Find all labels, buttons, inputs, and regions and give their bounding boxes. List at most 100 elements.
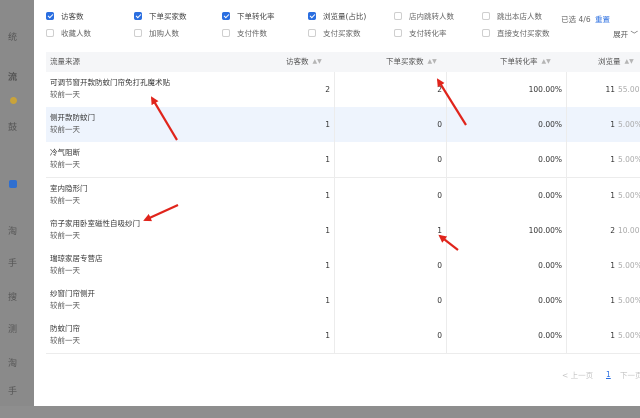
prev-page-button[interactable]: < 上一页 [562, 370, 593, 381]
source-cell: 侧开款防蚊门 较前一天 [50, 112, 200, 136]
column-divider [446, 248, 447, 284]
traffic-source-modal: 访客数 下单买家数 下单转化率 浏览量(占比) 店内跳转人数 跳出本店人数 收藏… [34, 0, 640, 406]
order-buyers-value: 2 [437, 85, 442, 94]
pageviews-value: 1 [610, 331, 615, 341]
background-glyph: 测 [8, 325, 18, 335]
pageviews-value: 2 [610, 225, 615, 235]
metric-checkbox-order-conversion[interactable]: 下单转化率 [222, 10, 275, 22]
pageviews-value: 1 [610, 261, 615, 270]
source-name: 可调节窗开款防蚊门帘免打孔魔术贴 [50, 78, 170, 87]
source-cell: 可调节窗开款防蚊门帘免打孔魔术贴 较前一天 [50, 77, 200, 101]
table-row[interactable]: 室内隐形门 较前一天 1 0 0.00% 1 5.00% [46, 177, 640, 214]
order-buyers-value: 0 [437, 190, 442, 200]
order-conversion-value: 0.00% [538, 261, 562, 270]
column-divider [334, 107, 335, 144]
order-conversion-value: 100.00% [528, 225, 562, 235]
table-row[interactable]: 纱窗门帘侧开 较前一天 1 0 0.00% 1 5.00% [46, 283, 640, 320]
visitors-value: 2 [325, 85, 330, 94]
metric-checkbox-visitors[interactable]: 访客数 [46, 10, 84, 22]
metric-checkbox-paid-buyers[interactable]: 支付买家数 [308, 27, 361, 39]
column-header-order-buyers[interactable]: 下单买家数 ▲▼ [386, 52, 437, 72]
metric-checkbox-paid-conversion[interactable]: 支付转化率 [394, 27, 447, 39]
checkbox-icon [394, 12, 402, 20]
metric-checkbox-paid-items[interactable]: 支付件数 [222, 27, 267, 39]
sort-icon: ▲▼ [312, 58, 322, 65]
order-buyers-value: 1 [437, 225, 442, 235]
visitors-value: 1 [325, 261, 330, 270]
source-name: 瑞琼家居专营店 [50, 254, 103, 263]
checkbox-icon [134, 29, 142, 37]
source-cell: 室内隐形门 较前一天 [50, 183, 200, 207]
column-header-order-conversion[interactable]: 下单转化率 ▲▼ [500, 52, 551, 72]
next-page-button[interactable]: 下一页 > [620, 370, 640, 381]
table-row[interactable]: 冷气阻断 较前一天 1 0 0.00% 1 5.00% [46, 142, 640, 179]
column-divider [334, 142, 335, 179]
pageviews-share: 5.00% [618, 155, 640, 165]
overlay-shade [0, 406, 640, 418]
visitors-value: 1 [325, 120, 330, 130]
pageviews-share: 5.00% [618, 190, 640, 200]
source-name: 帘子家用卧室磁性自吸纱门 [50, 218, 140, 228]
compare-label: 较前一天 [50, 266, 80, 275]
background-checkbox [9, 180, 17, 188]
page-number-current[interactable]: 1 [606, 370, 611, 379]
source-cell: 防蚊门帘 较前一天 [50, 323, 200, 347]
metric-checkbox-favorites[interactable]: 收藏人数 [46, 27, 91, 39]
order-conversion-value: 0.00% [538, 120, 562, 130]
column-divider [446, 72, 447, 108]
checkbox-icon [222, 12, 230, 20]
source-cell: 帘子家用卧室磁性自吸纱门 较前一天 [50, 218, 200, 242]
checkbox-icon [394, 29, 402, 37]
order-conversion-value: 0.00% [538, 190, 562, 200]
metric-checkbox-add-cart[interactable]: 加购人数 [134, 27, 179, 39]
source-name: 纱窗门帘侧开 [50, 289, 95, 299]
table-row[interactable]: 侧开款防蚊门 较前一天 1 0 0.00% 1 5.00% [46, 107, 640, 144]
checkbox-icon [222, 29, 230, 37]
metric-checkbox-order-buyers[interactable]: 下单买家数 [134, 10, 187, 22]
column-header-visitors[interactable]: 访客数 ▲▼ [286, 52, 322, 72]
column-divider [446, 283, 447, 320]
table-row[interactable]: 瑞琼家居专营店 较前一天 1 0 0.00% 1 5.00% [46, 248, 640, 284]
checkbox-icon [134, 12, 142, 20]
checkbox-icon [46, 12, 54, 20]
checkbox-icon [482, 29, 490, 37]
background-glyph: 流 [8, 73, 18, 83]
visitors-value: 1 [325, 155, 330, 165]
sort-icon: ▲▼ [624, 58, 634, 65]
pageviews-value: 11 [605, 85, 615, 94]
source-cell: 冷气阻断 较前一天 [50, 147, 200, 171]
order-conversion-value: 100.00% [528, 85, 562, 94]
expand-toggle[interactable]: 展开 ﹀ [613, 29, 638, 40]
background-glyph: 淘 [8, 227, 18, 237]
sort-icon: ▲▼ [541, 58, 551, 65]
table-row[interactable]: 可调节窗开款防蚊门帘免打孔魔术贴较前一天 2 2 100.00% 1155.00% [46, 72, 640, 108]
checkbox-icon [46, 29, 54, 37]
compare-label: 较前一天 [50, 195, 80, 205]
background-glyph: 淘 [8, 359, 18, 369]
table-row[interactable]: 帘子家用卧室磁性自吸纱门较前一天 1 1 100.00% 210.00% [46, 212, 640, 249]
checkbox-icon [308, 29, 316, 37]
order-conversion-value: 0.00% [538, 296, 562, 306]
column-divider [334, 283, 335, 320]
order-conversion-value: 0.00% [538, 155, 562, 165]
column-divider [446, 107, 447, 144]
table-header: 流量来源 访客数 ▲▼ 下单买家数 ▲▼ 下单转化率 ▲▼ 浏览量 ▲▼ [46, 52, 640, 72]
pageviews-share: 5.00% [618, 261, 640, 270]
metric-checkbox-bounce[interactable]: 跳出本店人数 [482, 10, 542, 22]
compare-label: 较前一天 [50, 301, 80, 311]
checkbox-icon [482, 12, 490, 20]
background-glyph: 搜 [8, 293, 18, 303]
metric-checkbox-store-jump[interactable]: 店内跳转人数 [394, 10, 454, 22]
column-header-pageviews[interactable]: 浏览量 ▲▼ [598, 52, 634, 72]
background-dot [10, 97, 17, 104]
order-buyers-value: 0 [437, 261, 442, 270]
table-row[interactable]: 防蚊门帘 较前一天 1 0 0.00% 1 5.00% [46, 318, 640, 355]
metric-checkbox-direct-paid[interactable]: 直接支付买家数 [482, 27, 550, 39]
background-glyph: 手 [8, 387, 18, 397]
pageviews-value: 1 [610, 190, 615, 200]
column-divider [446, 212, 447, 249]
visitors-value: 1 [325, 190, 330, 200]
reset-link[interactable]: 重置 [595, 15, 610, 24]
source-cell: 纱窗门帘侧开 较前一天 [50, 288, 200, 312]
metric-checkbox-pageviews[interactable]: 浏览量(占比) [308, 10, 366, 22]
